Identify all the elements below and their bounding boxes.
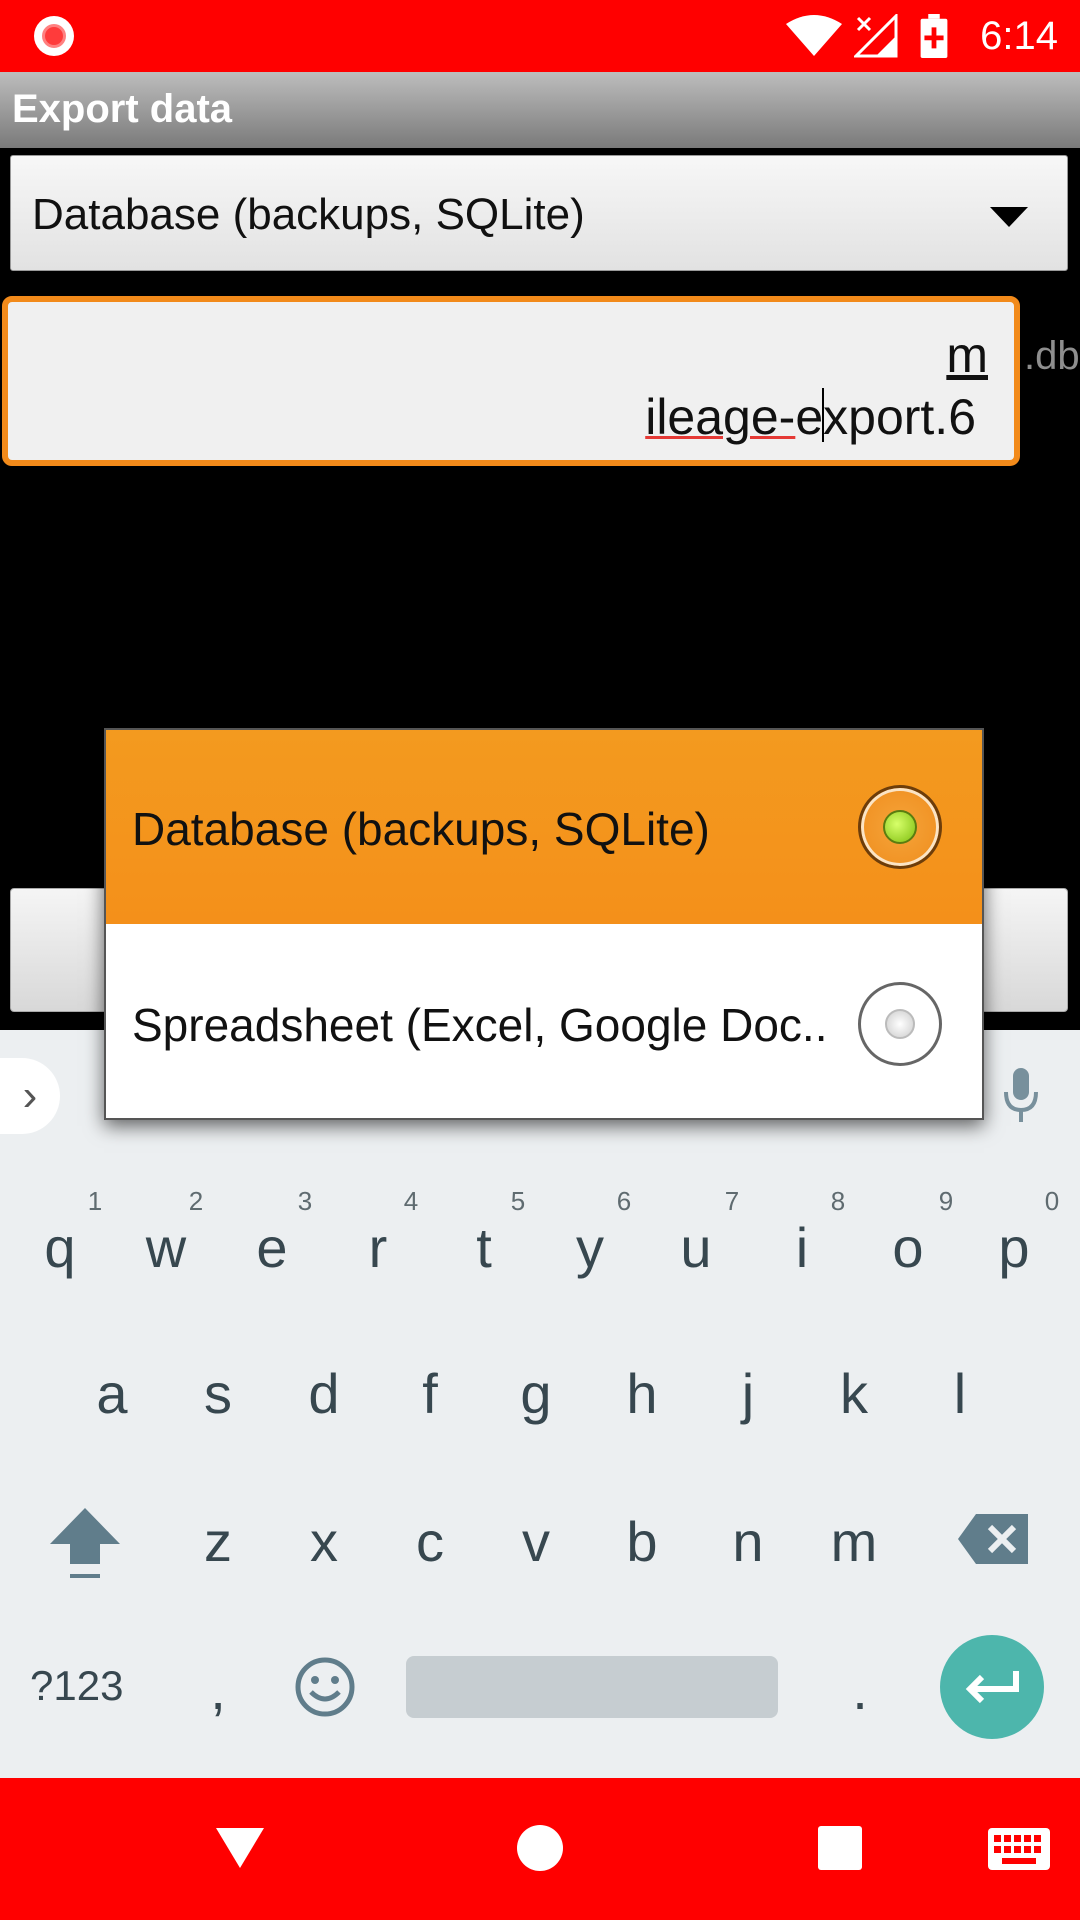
key-i[interactable]: i (752, 1218, 852, 1278)
key-e[interactable]: e (222, 1218, 322, 1278)
key-b[interactable]: b (592, 1512, 692, 1572)
space-key[interactable] (406, 1656, 778, 1718)
backspace-icon[interactable] (956, 1512, 1030, 1566)
mic-icon[interactable] (1004, 1068, 1038, 1124)
enter-key[interactable] (940, 1635, 1044, 1739)
key-w[interactable]: w (116, 1218, 216, 1278)
enter-icon (965, 1671, 1019, 1704)
key-k[interactable]: k (804, 1364, 904, 1424)
key-z[interactable]: z (168, 1512, 268, 1572)
key-g[interactable]: g (486, 1364, 586, 1424)
key-o[interactable]: o (858, 1218, 958, 1278)
key-hint: 1 (87, 1186, 103, 1216)
option-label: Spreadsheet (Excel, Google Doc.. (132, 999, 828, 1051)
key-hint: 0 (1044, 1186, 1060, 1216)
key-u[interactable]: u (646, 1218, 746, 1278)
key-f[interactable]: f (380, 1364, 480, 1424)
status-bar (0, 0, 1080, 72)
file-extension-label: .db (1024, 334, 1080, 378)
format-choice-dialog: Database (backups, SQLite) Spreadsheet (… (104, 728, 984, 1120)
option-label: Database (backups, SQLite) (132, 803, 710, 855)
clock: 6:14 (980, 14, 1058, 58)
recents-nav-icon[interactable] (818, 1826, 862, 1870)
back-nav-icon[interactable] (214, 1826, 266, 1870)
format-spinner-value: Database (backups, SQLite) (32, 190, 585, 239)
emoji-icon[interactable] (294, 1656, 356, 1718)
key-period[interactable]: . (810, 1660, 910, 1720)
option-spreadsheet[interactable]: Spreadsheet (Excel, Google Doc.. (106, 926, 982, 1118)
key-hint: 3 (297, 1186, 313, 1216)
key-hint: 8 (830, 1186, 846, 1216)
filename-text-line1: m (946, 327, 988, 383)
home-nav-icon[interactable] (516, 1824, 564, 1872)
key-hint: 9 (938, 1186, 954, 1216)
filename-text-segment: xport.6 (823, 389, 976, 445)
key-hint: 5 (510, 1186, 526, 1216)
key-y[interactable]: y (540, 1218, 640, 1278)
radio-selected-icon[interactable] (858, 785, 942, 869)
key-comma[interactable]: , (168, 1660, 268, 1720)
misspelled-word: ileage- (645, 389, 796, 445)
key-s[interactable]: s (168, 1364, 268, 1424)
key-h[interactable]: h (592, 1364, 692, 1424)
key-n[interactable]: n (698, 1512, 798, 1572)
key-hint: 6 (616, 1186, 632, 1216)
dropdown-arrow-icon (990, 207, 1028, 227)
key-p[interactable]: p (964, 1218, 1064, 1278)
key-hint: 4 (403, 1186, 419, 1216)
battery-charging-icon (920, 14, 948, 58)
key-t[interactable]: t (434, 1218, 534, 1278)
radio-unselected-icon[interactable] (858, 982, 942, 1066)
keyboard-nav-icon[interactable] (988, 1828, 1050, 1870)
key-a[interactable]: a (62, 1364, 162, 1424)
key-q[interactable]: q (10, 1218, 110, 1278)
key-c[interactable]: c (380, 1512, 480, 1572)
filename-text-line2: ileage-export.6 (645, 388, 976, 446)
wifi-icon (786, 15, 842, 56)
key-x[interactable]: x (274, 1512, 374, 1572)
key-m[interactable]: m (804, 1512, 904, 1572)
option-database[interactable]: Database (backups, SQLite) (106, 730, 982, 924)
key-d[interactable]: d (274, 1364, 374, 1424)
key-hint: 7 (724, 1186, 740, 1216)
no-signal-icon (854, 14, 898, 58)
record-icon (34, 16, 74, 56)
key-v[interactable]: v (486, 1512, 586, 1572)
symbols-key[interactable]: ?123 (30, 1662, 123, 1710)
shift-icon[interactable] (48, 1506, 122, 1582)
page-title: Export data (12, 87, 233, 131)
filename-text-segment: e (795, 389, 824, 445)
key-l[interactable]: l (910, 1364, 1010, 1424)
key-j[interactable]: j (698, 1364, 798, 1424)
key-hint: 2 (188, 1186, 204, 1216)
key-r[interactable]: r (328, 1218, 428, 1278)
